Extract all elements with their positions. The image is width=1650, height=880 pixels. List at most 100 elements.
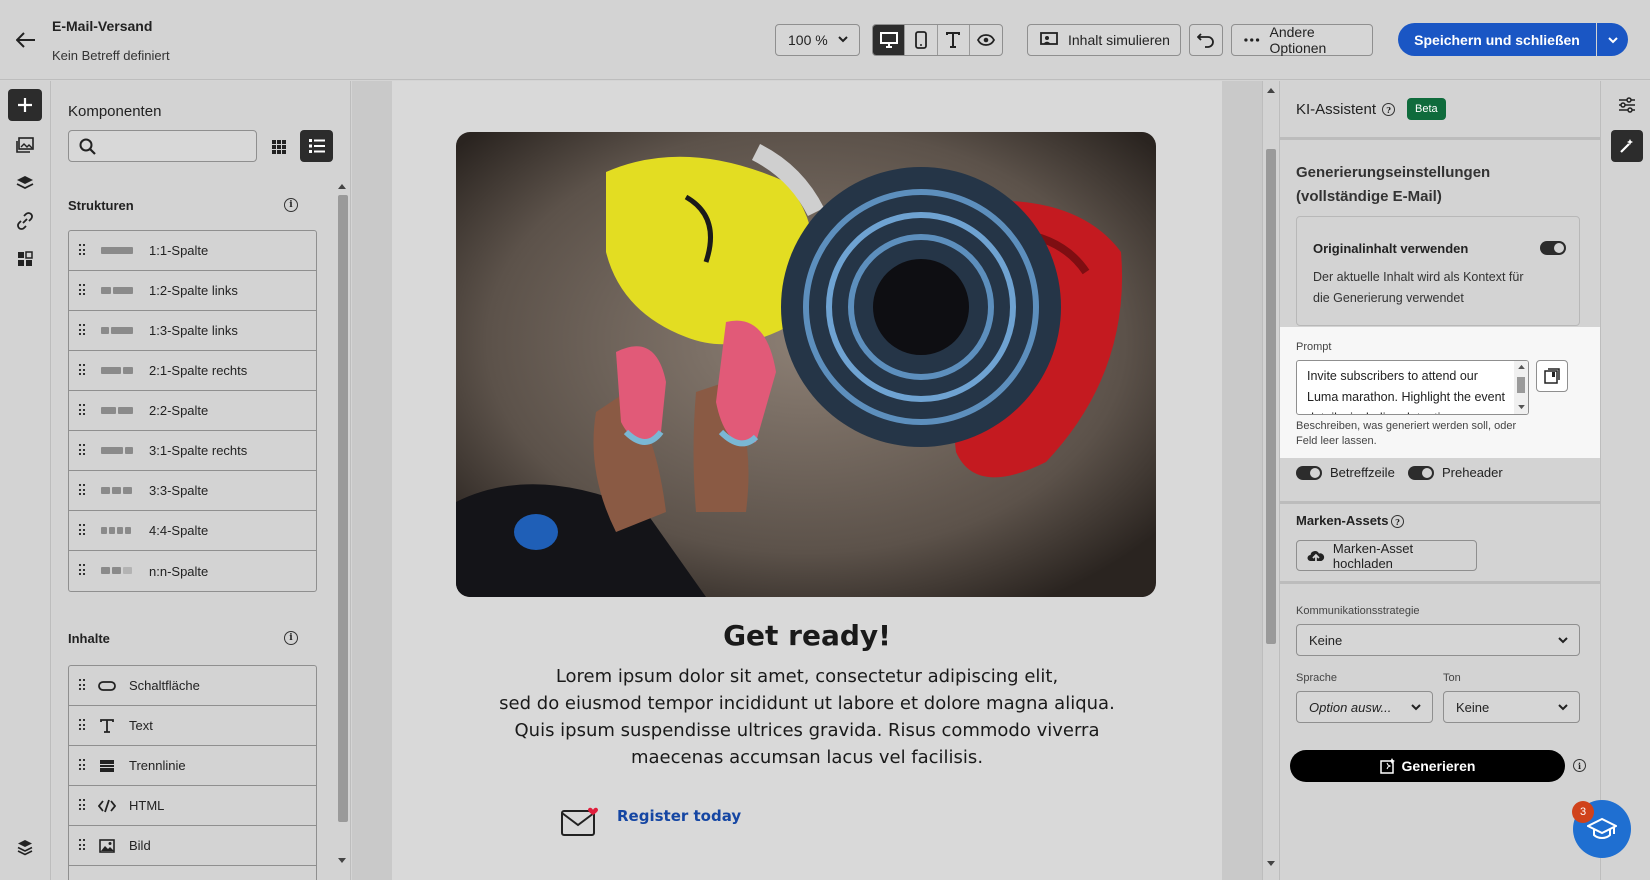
email-heading[interactable]: Get ready!: [392, 619, 1222, 652]
content-item-button[interactable]: Schaltfläche: [69, 666, 316, 706]
original-content-toggle[interactable]: [1540, 241, 1566, 255]
strategy-select[interactable]: Keine: [1296, 624, 1580, 656]
components-scrollbar[interactable]: [335, 181, 349, 866]
desktop-view-button[interactable]: [873, 25, 906, 55]
more-dots-icon: [1244, 38, 1260, 42]
more-options-button[interactable]: Andere Optionen: [1231, 24, 1373, 56]
add-component-button[interactable]: [8, 89, 42, 121]
grid-view-toggle[interactable]: [266, 134, 292, 160]
content-item-divider[interactable]: Trennlinie: [69, 746, 316, 786]
search-icon: [79, 138, 96, 155]
drag-handle-icon: [79, 364, 85, 376]
undo-button[interactable]: [1189, 24, 1223, 56]
list-view-toggle[interactable]: [300, 130, 333, 162]
structure-label: 3:3-Spalte: [149, 483, 209, 498]
components-title: Komponenten: [68, 103, 162, 120]
original-content-title: Originalinhalt verwenden: [1313, 241, 1469, 256]
language-select[interactable]: Option ausw...: [1296, 691, 1433, 723]
structure-item-1-1[interactable]: 1:1-Spalte: [69, 231, 316, 271]
simulate-content-button[interactable]: Inhalt simulieren: [1027, 24, 1181, 56]
scroll-up-icon: [338, 184, 346, 189]
structure-item-4-4[interactable]: 4:4-Spalte: [69, 511, 316, 551]
plus-icon: [18, 98, 32, 112]
info-icon[interactable]: i: [284, 631, 298, 645]
content-item-next[interactable]: [69, 866, 316, 880]
info-icon[interactable]: i: [284, 198, 298, 212]
column-layout-icon: [101, 327, 133, 334]
scroll-thumb[interactable]: [338, 195, 348, 822]
drag-handle-icon: [79, 284, 85, 296]
mobile-view-button[interactable]: [905, 25, 938, 55]
fragments-button[interactable]: [8, 243, 42, 275]
ai-assistant-button[interactable]: [1611, 130, 1643, 162]
graduation-cap-icon: [1587, 817, 1617, 839]
preheader-toggle[interactable]: [1408, 465, 1434, 480]
content-item-html[interactable]: HTML: [69, 786, 316, 826]
tone-select[interactable]: Keine: [1443, 691, 1580, 723]
column-layout-icon: [101, 527, 131, 534]
subject-toggle[interactable]: [1296, 465, 1322, 480]
content-label: Schaltfläche: [129, 678, 200, 693]
assets-button[interactable]: [8, 129, 42, 161]
search-input[interactable]: [68, 130, 257, 162]
chevron-down-icon: [1558, 704, 1568, 711]
back-arrow-icon[interactable]: [12, 26, 40, 54]
layer-settings-button[interactable]: [8, 831, 42, 863]
content-item-text[interactable]: Text: [69, 706, 316, 746]
chevron-down-icon: [1607, 36, 1618, 43]
subject-toggle-label: Betreffzeile: [1330, 465, 1395, 480]
text-view-button[interactable]: [938, 25, 970, 55]
canvas-scrollbar[interactable]: [1262, 81, 1278, 880]
prompt-library-button[interactable]: [1536, 360, 1568, 392]
structure-item-3-3[interactable]: 3:3-Spalte: [69, 471, 316, 511]
hero-image[interactable]: [456, 132, 1156, 597]
info-icon[interactable]: i: [1573, 759, 1586, 772]
email-body-text[interactable]: Lorem ipsum dolor sit amet, consectetur …: [392, 663, 1222, 771]
prompt-textarea[interactable]: Invite subscribers to attend our Luma ma…: [1296, 360, 1529, 415]
column-layout-icon: [101, 287, 133, 294]
structure-item-2-2[interactable]: 2:2-Spalte: [69, 391, 316, 431]
prompt-help-text: Beschreiben, was generiert werden soll, …: [1296, 420, 1517, 447]
settings-button[interactable]: [1611, 89, 1643, 121]
preview-button[interactable]: [970, 25, 1002, 55]
structure-item-n-n[interactable]: n:n-Spalte: [69, 551, 316, 591]
prompt-label: Prompt: [1296, 341, 1332, 353]
drag-handle-icon: [79, 759, 85, 771]
right-rail: [1600, 81, 1650, 880]
chevron-down-icon: [1411, 704, 1421, 711]
preheader-toggle-group[interactable]: Preheader: [1408, 465, 1503, 480]
save-close-button[interactable]: Speichern und schließen: [1398, 23, 1596, 56]
register-link[interactable]: Register today: [617, 807, 741, 825]
help-icon[interactable]: ?: [1382, 103, 1396, 116]
more-options-label: Andere Optionen: [1269, 24, 1327, 56]
structure-item-1-2-left[interactable]: 1:2-Spalte links: [69, 271, 316, 311]
column-layout-icon: [101, 487, 132, 494]
eye-icon: [976, 34, 995, 46]
brand-upload-button[interactable]: Marken-Asset hochladen: [1296, 540, 1477, 571]
help-icon[interactable]: ?: [1391, 515, 1404, 528]
drag-handle-icon: [79, 484, 85, 496]
structure-item-3-1-right[interactable]: 3:1-Spalte rechts: [69, 431, 316, 471]
magic-wand-icon: [1620, 139, 1633, 153]
drag-handle-icon: [79, 524, 85, 536]
scroll-thumb[interactable]: [1266, 149, 1276, 644]
structure-item-2-1-right[interactable]: 2:1-Spalte rechts: [69, 351, 316, 391]
generate-button[interactable]: Generieren: [1290, 750, 1565, 782]
links-button[interactable]: [8, 205, 42, 237]
divider: [1280, 581, 1600, 584]
zoom-select[interactable]: 100 %: [775, 24, 860, 56]
save-dropdown-button[interactable]: [1597, 23, 1628, 56]
subject-toggle-group[interactable]: Betreffzeile: [1296, 465, 1395, 480]
body-line: Lorem ipsum dolor sit amet, consectetur …: [555, 666, 1059, 687]
scroll-down-icon: [338, 858, 346, 863]
structure-item-1-3-left[interactable]: 1:3-Spalte links: [69, 311, 316, 351]
layers-button[interactable]: [8, 167, 42, 199]
scroll-up-icon: [1518, 364, 1525, 369]
scroll-thumb[interactable]: [1517, 377, 1525, 393]
content-item-image[interactable]: Bild: [69, 826, 316, 866]
original-content-desc: Der aktuelle Inhalt wird als Kontext für…: [1313, 270, 1524, 305]
view-mode-group: [872, 24, 1003, 56]
list-view-icon: [308, 139, 325, 153]
structure-label: 1:3-Spalte links: [149, 323, 238, 338]
prompt-scrollbar[interactable]: [1514, 361, 1528, 414]
